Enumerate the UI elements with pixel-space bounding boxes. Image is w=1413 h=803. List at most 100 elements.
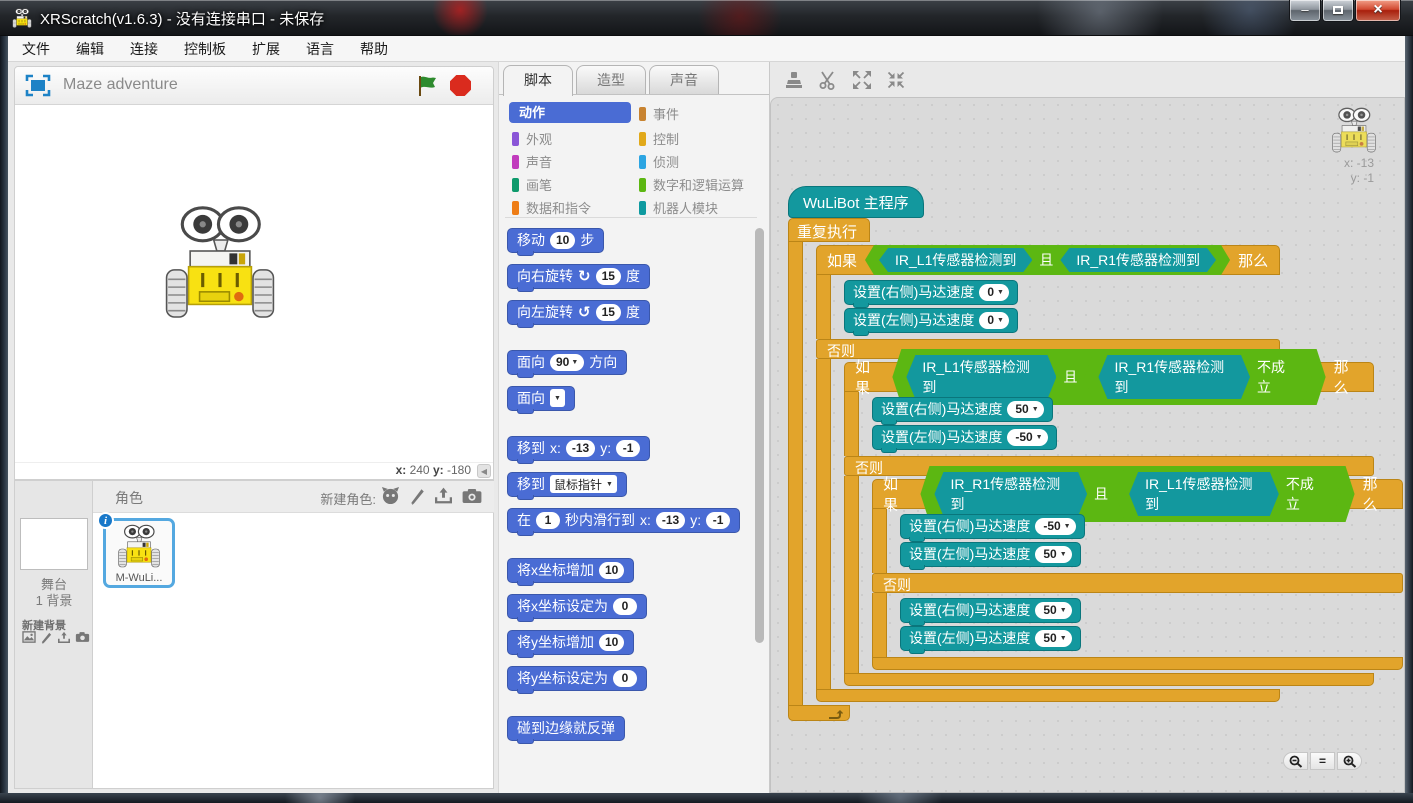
palette-scrollbar[interactable] bbox=[755, 228, 764, 643]
sprite-tile-mwulibot[interactable]: i M-WuLi... bbox=[103, 518, 175, 588]
delete-scissors-icon[interactable] bbox=[818, 70, 838, 90]
ir-l1-sensor-block[interactable]: IR_L1传感器检测到 bbox=[1129, 472, 1279, 516]
towards-dropdown[interactable]: ▼ bbox=[550, 389, 565, 407]
zoom-in-button[interactable] bbox=[1337, 752, 1362, 770]
number-input[interactable]: -1 bbox=[706, 512, 730, 529]
block-goto-mouse[interactable]: 移到鼠标指针▼ bbox=[507, 472, 627, 497]
stage-readout-toggle[interactable]: ◀ bbox=[477, 464, 491, 478]
menu-help[interactable]: 帮助 bbox=[360, 39, 388, 59]
block-point-towards[interactable]: 面向▼ bbox=[507, 386, 575, 411]
block-point-direction[interactable]: 面向90▼方向 bbox=[507, 350, 627, 375]
menu-connect[interactable]: 连接 bbox=[130, 39, 158, 59]
set-left-motor-block[interactable]: 设置(左侧)马达速度 50▼ bbox=[900, 542, 1081, 567]
block-turn-left[interactable]: 向左旋转↺15度 bbox=[507, 300, 650, 325]
set-left-motor-block[interactable]: 设置(左侧)马达速度 0▼ bbox=[844, 308, 1018, 333]
camera-sprite-icon[interactable] bbox=[462, 488, 482, 504]
number-input[interactable]: 15 bbox=[596, 304, 621, 321]
zoom-out-button[interactable] bbox=[1283, 752, 1308, 770]
speed-dropdown[interactable]: -50▼ bbox=[1035, 518, 1075, 535]
ir-l1-sensor-block[interactable]: IR_L1传感器检测到 bbox=[906, 355, 1056, 399]
and-operator[interactable]: IR_L1传感器检测到 且 IR_R1传感器检测到 bbox=[865, 245, 1230, 275]
upload-sprite-icon[interactable] bbox=[434, 487, 453, 504]
speed-dropdown[interactable]: 50▼ bbox=[1035, 602, 1071, 619]
stage-canvas[interactable] bbox=[15, 105, 493, 462]
block-set-y[interactable]: 将y坐标设定为0 bbox=[507, 666, 647, 691]
block-set-x[interactable]: 将x坐标设定为0 bbox=[507, 594, 647, 619]
number-input[interactable]: -1 bbox=[616, 440, 640, 457]
set-left-motor-block[interactable]: 设置(左侧)马达速度 -50▼ bbox=[872, 425, 1057, 450]
category-robot-module[interactable]: 机器人模块 bbox=[639, 198, 718, 217]
zoom-reset-button[interactable]: = bbox=[1310, 752, 1335, 770]
menu-file[interactable]: 文件 bbox=[22, 39, 50, 59]
set-right-motor-block[interactable]: 设置(右侧)马达速度 -50▼ bbox=[900, 514, 1085, 539]
category-sensing[interactable]: 侦测 bbox=[639, 152, 679, 171]
ir-l1-sensor-block[interactable]: IR_L1传感器检测到 bbox=[879, 248, 1032, 272]
set-right-motor-block[interactable]: 设置(右侧)马达速度 50▼ bbox=[900, 598, 1081, 623]
category-sound[interactable]: 声音 bbox=[512, 152, 552, 171]
sprite-info-badge[interactable]: i bbox=[97, 512, 114, 529]
set-left-motor-block[interactable]: 设置(左侧)马达速度 50▼ bbox=[900, 626, 1081, 651]
block-change-x[interactable]: 将x坐标增加10 bbox=[507, 558, 634, 583]
speed-dropdown[interactable]: 50▼ bbox=[1035, 546, 1071, 563]
menu-edit[interactable]: 编辑 bbox=[76, 39, 104, 59]
number-input[interactable]: 10 bbox=[599, 634, 624, 651]
number-input[interactable]: 0 bbox=[613, 670, 637, 687]
block-glide[interactable]: 在1秒内滑行到x:-13y:-1 bbox=[507, 508, 740, 533]
block-goto-xy[interactable]: 移到x:-13y:-1 bbox=[507, 436, 650, 461]
duplicate-stamp-icon[interactable] bbox=[784, 70, 804, 90]
category-pen[interactable]: 画笔 bbox=[512, 175, 552, 194]
number-input[interactable]: -13 bbox=[656, 512, 685, 529]
speed-dropdown[interactable]: 50▼ bbox=[1007, 401, 1043, 418]
category-operators[interactable]: 数字和逻辑运算 bbox=[639, 175, 744, 194]
if-else-block-3[interactable]: 如果 IR_R1传感器检测到 且 IR_L1传感器检测到 bbox=[872, 479, 1403, 670]
backdrop-library-icon[interactable] bbox=[22, 631, 36, 643]
speed-dropdown[interactable]: 50▼ bbox=[1035, 630, 1071, 647]
forever-block[interactable]: 重复执行 如果 IR_L1传感器检测到 bbox=[788, 218, 1403, 721]
block-change-y[interactable]: 将y坐标增加10 bbox=[507, 630, 634, 655]
not-operator[interactable]: IR_R1传感器检测到 不成立 bbox=[1084, 352, 1311, 402]
ir-r1-sensor-block[interactable]: IR_R1传感器检测到 bbox=[1098, 355, 1250, 399]
menu-language[interactable]: 语言 bbox=[306, 39, 334, 59]
block-move-steps[interactable]: 移动10步 bbox=[507, 228, 604, 253]
speed-dropdown[interactable]: 0▼ bbox=[979, 312, 1009, 329]
green-flag-button[interactable] bbox=[415, 74, 439, 98]
tab-costumes[interactable]: 造型 bbox=[576, 65, 646, 94]
titlebar[interactable]: XRScratch(v1.6.3) - 没有连接串口 - 未保存 – × bbox=[0, 0, 1413, 36]
upload-backdrop-icon[interactable] bbox=[57, 631, 71, 644]
number-input[interactable]: 15 bbox=[596, 268, 621, 285]
speed-dropdown[interactable]: -50▼ bbox=[1007, 429, 1047, 446]
speed-dropdown[interactable]: 0▼ bbox=[979, 284, 1009, 301]
minimize-button[interactable]: – bbox=[1289, 0, 1321, 22]
number-input[interactable]: 10 bbox=[550, 232, 575, 249]
if-else-block-2[interactable]: 如果 IR_L1传感器检测到 且 IR_R1传感器检测到 bbox=[844, 362, 1403, 686]
fullscreen-icon[interactable] bbox=[25, 74, 51, 97]
number-input[interactable]: 10 bbox=[599, 562, 624, 579]
paint-sprite-icon[interactable] bbox=[409, 487, 425, 505]
maximize-button[interactable] bbox=[1322, 0, 1354, 22]
camera-backdrop-icon[interactable] bbox=[75, 631, 90, 643]
stop-button[interactable] bbox=[450, 75, 471, 96]
shrink-sprite-icon[interactable] bbox=[886, 70, 906, 90]
category-looks[interactable]: 外观 bbox=[512, 129, 552, 148]
tab-scripts[interactable]: 脚本 bbox=[503, 65, 573, 96]
direction-dropdown[interactable]: 90▼ bbox=[550, 354, 584, 371]
goto-dropdown[interactable]: 鼠标指针▼ bbox=[550, 475, 617, 493]
number-input[interactable]: 0 bbox=[613, 598, 637, 615]
if-else-block-1[interactable]: 如果 IR_L1传感器检测到 且 IR_R1传感器检测到 那么 bbox=[816, 245, 1403, 702]
set-right-motor-block[interactable]: 设置(右侧)马达速度 0▼ bbox=[844, 280, 1018, 305]
category-motion[interactable]: 动作 bbox=[509, 102, 631, 123]
set-right-motor-block[interactable]: 设置(右侧)马达速度 50▼ bbox=[872, 397, 1053, 422]
paint-backdrop-icon[interactable] bbox=[40, 631, 53, 644]
menu-extensions[interactable]: 扩展 bbox=[252, 39, 280, 59]
hat-block-wulibot-main[interactable]: WuLiBot 主程序 bbox=[788, 186, 924, 218]
block-turn-right[interactable]: 向右旋转↻15度 bbox=[507, 264, 650, 289]
category-events[interactable]: 事件 bbox=[639, 104, 679, 123]
not-operator[interactable]: IR_L1传感器检测到 不成立 bbox=[1115, 469, 1340, 519]
number-input[interactable]: 1 bbox=[536, 512, 560, 529]
ir-r1-sensor-block[interactable]: IR_R1传感器检测到 bbox=[934, 472, 1087, 516]
ir-r1-sensor-block[interactable]: IR_R1传感器检测到 bbox=[1060, 248, 1216, 272]
category-data[interactable]: 数据和指令 bbox=[512, 198, 591, 217]
number-input[interactable]: -13 bbox=[566, 440, 595, 457]
grow-sprite-icon[interactable] bbox=[852, 70, 872, 90]
category-control[interactable]: 控制 bbox=[639, 129, 679, 148]
